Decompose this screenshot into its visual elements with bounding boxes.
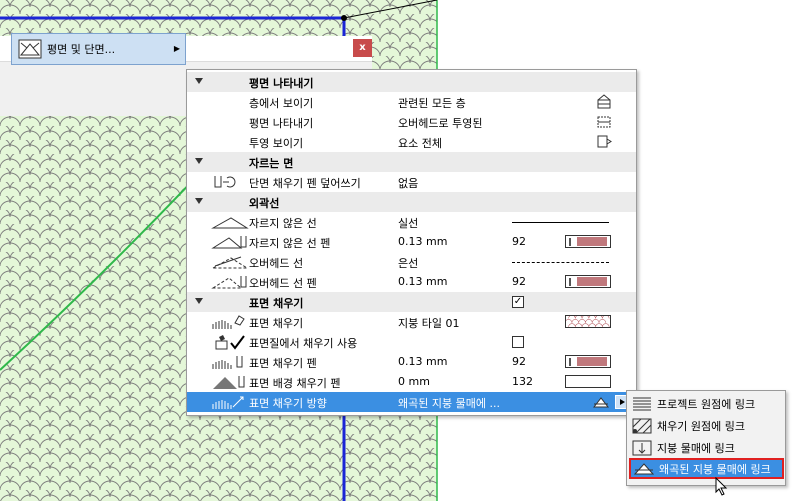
plan-and-section-menu-item[interactable]: 평면 및 단면... ▶ xyxy=(11,33,186,65)
row-overhead-lines[interactable]: 오버헤드 선 은선 xyxy=(187,252,636,272)
row-cover-fill[interactable]: 표면 채우기 지붕 타일 01 xyxy=(187,312,636,332)
fill-orientation-submenu: 프로젝트 원점에 링크 채우기 원점에 링크 지붕 물매에 링크 왜곡된 지붕 … xyxy=(626,390,786,486)
group-title: 외곽선 xyxy=(249,197,280,210)
row-label: 오버헤드 선 펜 xyxy=(249,277,317,290)
pen-number[interactable]: 92 xyxy=(512,275,526,288)
row-label: 표면 채우기 펜 xyxy=(249,357,317,370)
cover-fill-pen-icon xyxy=(212,356,243,369)
submenu-item-distorted-roof-pitch[interactable]: 왜곡된 지붕 물매에 링크 xyxy=(629,458,784,479)
project-origin-icon xyxy=(633,397,651,410)
row-show-on-stories[interactable]: 층에서 보이기 관련된 모든 층 xyxy=(187,92,636,112)
collapse-triangle-icon[interactable] xyxy=(195,78,203,84)
pen-color-swatch[interactable] xyxy=(565,275,611,288)
group-cut-surfaces[interactable]: 자르는 면 xyxy=(187,152,636,172)
group-outlines[interactable]: 외곽선 xyxy=(187,192,636,212)
plan-section-icon xyxy=(18,39,42,59)
row-floor-plan-display[interactable]: 평면 나타내기 오버헤드로 투영된 xyxy=(187,112,636,132)
group-plan-display[interactable]: 평면 나타내기 xyxy=(187,72,636,92)
row-value[interactable]: 0.13 mm xyxy=(398,275,447,288)
collapse-triangle-icon[interactable] xyxy=(195,158,203,164)
distorted-roof-pitch-icon xyxy=(633,462,655,474)
distorted-roof-icon xyxy=(592,397,610,408)
row-overhead-line-pen[interactable]: 오버헤드 선 펜 0.13 mm 92 xyxy=(187,272,636,292)
tile-fill-swatch[interactable] xyxy=(565,315,611,328)
surface-fill-icon xyxy=(215,335,245,350)
submenu-arrow-icon: ▶ xyxy=(173,44,180,53)
uncut-pen-icon xyxy=(211,236,247,249)
uncut-line-icon xyxy=(211,217,249,229)
row-label: 자르지 않은 선 xyxy=(249,217,317,230)
row-label: 자르지 않은 선 펜 xyxy=(249,237,331,250)
row-uncut-line-pen[interactable]: 자르지 않은 선 펜 0.13 mm 92 xyxy=(187,232,636,252)
fill-origin-icon xyxy=(632,418,652,433)
close-button[interactable]: x xyxy=(353,39,372,57)
mouse-cursor-icon xyxy=(715,477,728,496)
row-value[interactable]: 관련된 모든 층 xyxy=(398,95,466,111)
row-value[interactable]: 없음 xyxy=(398,175,418,191)
pen-number[interactable]: 92 xyxy=(512,235,526,248)
fill-orientation-icon xyxy=(212,396,244,409)
submenu-item-roof-pitch[interactable]: 지붕 물매에 링크 xyxy=(629,437,784,458)
show-projection-icon xyxy=(597,135,612,148)
row-label: 층에서 보이기 xyxy=(249,97,314,110)
cover-fill-icon xyxy=(212,315,245,329)
row-label: 평면 나타내기 xyxy=(249,117,314,130)
group-title: 자르는 면 xyxy=(249,157,294,170)
row-value[interactable]: 요소 전체 xyxy=(398,135,442,151)
overhead-line-icon xyxy=(211,256,249,269)
group-title: 표면 채우기 xyxy=(249,297,304,310)
row-value[interactable]: 왜곡된 지붕 물매에 ... xyxy=(398,395,500,411)
row-value[interactable]: 0 mm xyxy=(398,375,430,388)
row-label: 단면 채우기 펜 덮어쓰기 xyxy=(249,177,361,190)
pen-color-swatch[interactable] xyxy=(565,355,611,368)
row-label: 투영 보이기 xyxy=(249,137,304,150)
group-title: 평면 나타내기 xyxy=(249,77,314,90)
solid-line-preview xyxy=(512,222,609,223)
plan-section-panel: 평면 나타내기 층에서 보이기 관련된 모든 층 평면 나타내기 오버헤드로 투… xyxy=(186,69,637,416)
submenu-label: 왜곡된 지붕 물매에 링크 xyxy=(659,462,771,476)
group-cover-fills[interactable]: 표면 채우기 ✓ xyxy=(187,292,636,312)
submenu-label: 지붕 물매에 링크 xyxy=(657,441,735,455)
row-label: 오버헤드 선 xyxy=(249,257,304,270)
row-value[interactable]: 지붕 타일 01 xyxy=(398,315,459,331)
row-value[interactable]: 0.13 mm xyxy=(398,235,447,248)
row-label: 표면 채우기 방향 xyxy=(249,397,327,410)
row-show-projection[interactable]: 투영 보이기 요소 전체 xyxy=(187,132,636,152)
floors-icon xyxy=(597,94,611,109)
cut-fill-pen-icon xyxy=(214,176,236,188)
projection-icon xyxy=(597,116,611,128)
submenu-item-fill-origin[interactable]: 채우기 원점에 링크 xyxy=(629,415,784,436)
plan-and-section-label: 평면 및 단면... xyxy=(47,43,116,56)
cover-fills-checkbox[interactable]: ✓ xyxy=(512,296,524,308)
dashed-line-preview xyxy=(512,262,609,263)
pen-number[interactable]: 132 xyxy=(512,375,533,388)
row-label: 표면 배경 채우기 펜 xyxy=(249,377,341,390)
row-label: 표면질에서 채우기 사용 xyxy=(249,337,358,350)
roof-pitch-icon xyxy=(632,440,652,455)
row-uncut-lines[interactable]: 자르지 않은 선 실선 xyxy=(187,212,636,232)
use-surface-fill-checkbox[interactable] xyxy=(512,336,524,348)
row-cut-fill-pen-override[interactable]: 단면 채우기 펜 덮어쓰기 없음 xyxy=(187,172,636,192)
row-cover-fill-background-pen[interactable]: 표면 배경 채우기 펜 0 mm 132 xyxy=(187,372,636,392)
row-label: 표면 채우기 xyxy=(249,317,304,330)
pen-number[interactable]: 92 xyxy=(512,355,526,368)
submenu-label: 채우기 원점에 링크 xyxy=(657,419,745,433)
row-value[interactable]: 실선 xyxy=(398,215,418,231)
background-pen-icon xyxy=(213,376,245,389)
background-color-swatch[interactable] xyxy=(565,375,611,388)
collapse-triangle-icon[interactable] xyxy=(195,298,203,304)
row-value[interactable]: 오버헤드로 투영된 xyxy=(398,115,482,131)
row-value[interactable]: 은선 xyxy=(398,255,418,271)
row-cover-fill-orientation[interactable]: 표면 채우기 방향 왜곡된 지붕 물매에 ... xyxy=(187,392,636,412)
pen-color-swatch[interactable] xyxy=(565,235,611,248)
submenu-item-project-origin[interactable]: 프로젝트 원점에 링크 xyxy=(629,393,784,414)
overhead-pen-icon xyxy=(211,276,247,289)
row-value[interactable]: 0.13 mm xyxy=(398,355,447,368)
row-use-fill-from-surface[interactable]: 표면질에서 채우기 사용 xyxy=(187,332,636,352)
submenu-label: 프로젝트 원점에 링크 xyxy=(657,397,756,411)
row-cover-fill-pen[interactable]: 표면 채우기 펜 0.13 mm 92 xyxy=(187,352,636,372)
collapse-triangle-icon[interactable] xyxy=(195,198,203,204)
